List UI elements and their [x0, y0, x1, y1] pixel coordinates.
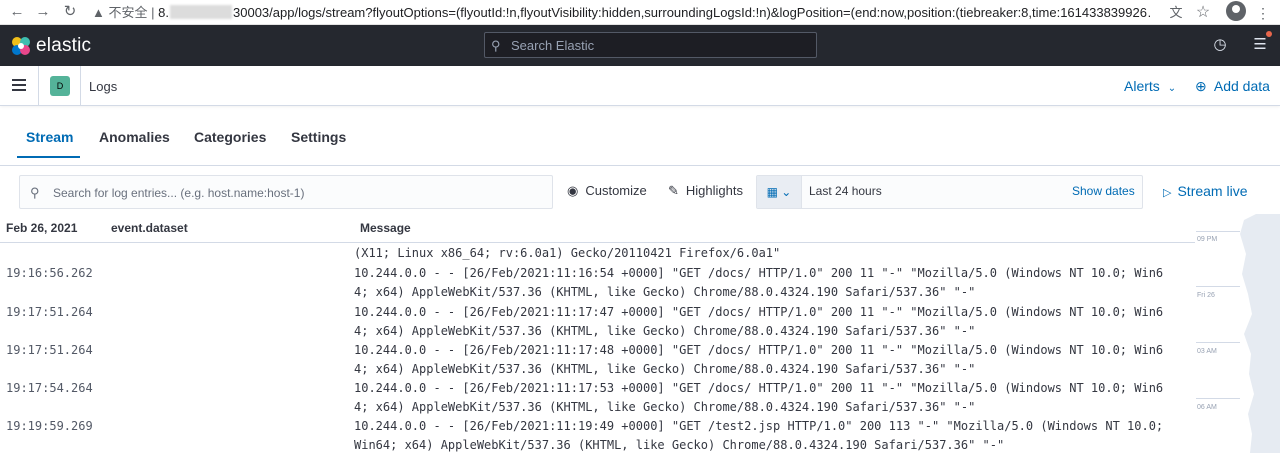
- column-header-dataset: event.dataset: [111, 221, 188, 235]
- minimap-label: Fri 26: [1197, 292, 1215, 299]
- add-data-button[interactable]: ⊕ Add data: [1195, 78, 1270, 95]
- column-header-message: Message: [360, 221, 411, 235]
- log-row[interactable]: 19:19:59.269 10.244.0.0 - - [26/Feb/2021…: [0, 417, 1195, 453]
- log-message: 10.244.0.0 - - [26/Feb/2021:11:17:47 +00…: [354, 305, 1164, 338]
- help-icon[interactable]: ◷: [1211, 36, 1229, 54]
- tab-stream[interactable]: Stream: [26, 129, 73, 145]
- log-message: 10.244.0.0 - - [26/Feb/2021:11:17:53 +00…: [354, 381, 1164, 414]
- search-icon: ⚲: [491, 38, 501, 53]
- date-range-label[interactable]: Last 24 hours: [809, 184, 882, 198]
- breadcrumb: Logs: [89, 79, 118, 94]
- tab-anomalies[interactable]: Anomalies: [99, 129, 170, 145]
- reload-icon[interactable]: ↻: [59, 2, 81, 22]
- browser-toolbar: ← → ↻ ▲ 不安全 | 8. 30003/app/logs/stream?fl…: [0, 0, 1280, 25]
- minimap-tick: [1196, 286, 1240, 287]
- customize-label: Customize: [585, 183, 647, 198]
- chevron-down-icon: ⌄: [1167, 83, 1177, 94]
- kibana-header: elastic ⚲ ◷ ☰: [0, 25, 1280, 66]
- highlights-button[interactable]: ✎ Highlights: [668, 183, 743, 199]
- star-icon[interactable]: ☆: [1193, 3, 1213, 23]
- log-search-field[interactable]: ⚲: [19, 175, 553, 209]
- stream-live-button[interactable]: ▷ Stream live: [1163, 183, 1248, 199]
- alerts-button[interactable]: Alerts ⌄: [1124, 78, 1176, 94]
- minimap-label: 03 AM: [1197, 348, 1217, 355]
- customize-button[interactable]: ◉ Customize: [567, 183, 647, 199]
- minimap-tick: [1196, 231, 1240, 232]
- highlighter-icon: ✎: [668, 183, 679, 198]
- log-timestamp: 19:19:59.269: [6, 419, 93, 433]
- date-picker: ▦ ⌄ Last 24 hours Show dates: [756, 175, 1143, 209]
- plus-circle-icon: ⊕: [1195, 78, 1207, 94]
- stream-live-label: Stream live: [1177, 183, 1248, 199]
- log-timestamp: 19:17:51.264: [6, 305, 93, 319]
- log-minimap[interactable]: 09 PM Fri 26 03 AM 06 AM: [1196, 214, 1280, 453]
- log-timestamp: 19:17:51.264: [6, 343, 93, 357]
- log-row[interactable]: 19:17:51.264 10.244.0.0 - - [26/Feb/2021…: [0, 341, 1195, 379]
- notification-dot: [1266, 31, 1272, 37]
- space-avatar[interactable]: D: [50, 76, 70, 96]
- log-search-input[interactable]: [53, 184, 543, 202]
- newsfeed-icon[interactable]: ☰: [1251, 36, 1269, 54]
- tab-categories[interactable]: Categories: [194, 129, 266, 145]
- calendar-icon[interactable]: ▦ ⌄: [757, 176, 802, 208]
- translate-icon[interactable]: 文: [1166, 3, 1186, 23]
- log-message: 10.244.0.0 - - [26/Feb/2021:11:19:49 +00…: [354, 419, 1164, 452]
- log-row[interactable]: 19:17:54.264 10.244.0.0 - - [26/Feb/2021…: [0, 379, 1195, 417]
- redacted-host: [170, 5, 232, 19]
- highlights-label: Highlights: [685, 183, 743, 198]
- log-message: 10.244.0.0 - - [26/Feb/2021:11:16:54 +00…: [354, 266, 1164, 299]
- log-timestamp: 19:16:56.262: [6, 266, 93, 280]
- global-search[interactable]: ⚲: [484, 32, 817, 58]
- elastic-logo-icon[interactable]: [10, 35, 32, 57]
- url-path: 30003/app/logs/stream?flyoutOptions=(fly…: [233, 5, 1152, 20]
- divider: [80, 66, 81, 106]
- minimap-density-chart: [1240, 214, 1280, 453]
- active-tab-indicator: [17, 156, 80, 158]
- tab-settings[interactable]: Settings: [291, 129, 346, 145]
- log-message: (X11; Linux x86_64; rv:6.0a1) Gecko/2011…: [354, 246, 781, 260]
- search-icon: ⚲: [30, 185, 40, 200]
- app-bar: D Logs Alerts ⌄ ⊕ Add data: [0, 66, 1280, 106]
- log-timestamp: 19:17:54.264: [6, 381, 93, 395]
- address-bar[interactable]: ▲ 不安全 | 8. 30003/app/logs/stream?flyoutOp…: [92, 0, 1152, 25]
- profile-avatar[interactable]: [1226, 1, 1246, 21]
- minimap-label: 06 AM: [1197, 404, 1217, 411]
- eye-icon: ◉: [567, 183, 579, 198]
- log-row[interactable]: 19:17:51.264 10.244.0.0 - - [26/Feb/2021…: [0, 303, 1195, 341]
- security-label: 不安全: [108, 5, 148, 20]
- kebab-icon[interactable]: ⋮: [1253, 3, 1273, 23]
- minimap-label: 09 PM: [1197, 236, 1218, 243]
- back-icon[interactable]: ←: [6, 2, 28, 22]
- play-icon: ▷: [1163, 187, 1172, 199]
- add-data-label: Add data: [1213, 78, 1270, 94]
- minimap-tick: [1196, 398, 1240, 399]
- logo-text: elastic: [36, 35, 92, 56]
- global-search-input[interactable]: [511, 36, 801, 54]
- warning-icon: ▲: [92, 5, 105, 20]
- show-dates-button[interactable]: Show dates: [1072, 184, 1135, 198]
- minimap-tick: [1196, 342, 1240, 343]
- tab-bar: Stream Anomalies Categories Settings: [0, 108, 1280, 166]
- url-host: 8.: [158, 5, 169, 20]
- log-row[interactable]: 19:16:56.262 10.244.0.0 - - [26/Feb/2021…: [0, 264, 1195, 302]
- divider: [38, 66, 39, 106]
- column-header-date: Feb 26, 2021: [6, 221, 78, 235]
- forward-icon[interactable]: →: [32, 2, 54, 22]
- header-divider: [0, 242, 1195, 243]
- alerts-label: Alerts: [1124, 78, 1160, 94]
- menu-icon[interactable]: [12, 79, 26, 91]
- log-message: 10.244.0.0 - - [26/Feb/2021:11:17:48 +00…: [354, 343, 1164, 376]
